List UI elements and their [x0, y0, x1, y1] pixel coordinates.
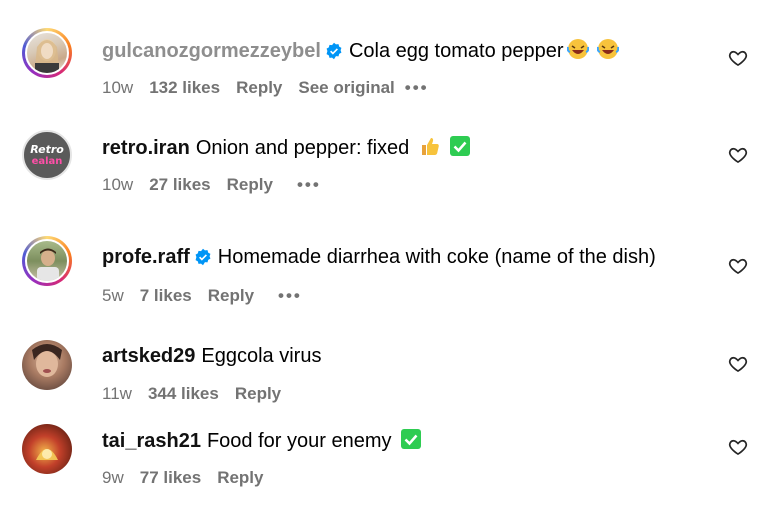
comment-meta: 10w 132 likes Reply See original ••• — [102, 78, 445, 98]
comment-text: Eggcola virus — [201, 345, 322, 367]
avatar-photo — [37, 248, 59, 281]
likes-count[interactable]: 7 likes — [140, 286, 192, 305]
likes-count[interactable]: 27 likes — [149, 175, 210, 194]
comment-line: tai_rash21 Food for your enemy — [102, 428, 422, 453]
avatar-logo-top: Retro — [30, 143, 64, 156]
comment-text: Cola egg tomato pepper — [348, 40, 564, 62]
avatar-photo — [35, 39, 59, 73]
username-link[interactable]: tai_rash21 — [102, 430, 201, 452]
laughing-crying-emoji-icon — [596, 39, 619, 59]
comment-meta: 10w 27 likes Reply ••• — [102, 175, 337, 195]
avatar-photo — [32, 344, 62, 377]
like-heart-icon[interactable] — [728, 437, 748, 457]
comment-age: 5w — [102, 286, 124, 305]
avatar[interactable]: Retro ealan — [22, 130, 72, 180]
likes-count[interactable]: 344 likes — [148, 384, 219, 403]
username-link[interactable]: artsked29 — [102, 345, 195, 367]
comment-age: 10w — [102, 175, 134, 194]
reply-button[interactable]: Reply — [235, 384, 281, 403]
check-box-emoji-icon — [400, 429, 421, 449]
avatar[interactable] — [22, 236, 72, 286]
reply-button[interactable]: Reply — [208, 286, 254, 305]
comment-text: Onion and pepper: fixed — [195, 137, 410, 159]
reply-button[interactable]: Reply — [236, 78, 282, 97]
verified-badge-icon — [326, 42, 342, 60]
more-options-icon[interactable]: ••• — [278, 286, 302, 305]
reply-button[interactable]: Reply — [217, 468, 263, 487]
comment-meta: 11w 344 likes Reply — [102, 384, 297, 404]
see-original-button[interactable]: See original — [298, 78, 394, 97]
username-link[interactable]: gulcanozgormezzeybel — [102, 40, 321, 62]
likes-count[interactable]: 77 likes — [140, 468, 201, 487]
like-heart-icon[interactable] — [728, 145, 748, 165]
comment-age: 11w — [102, 384, 132, 403]
more-options-icon[interactable]: ••• — [297, 175, 321, 194]
comment-text: Food for your enemy — [206, 430, 392, 452]
avatar[interactable] — [22, 424, 72, 474]
avatar-logo-bottom: ealan — [31, 156, 63, 167]
avatar[interactable] — [22, 340, 72, 390]
like-heart-icon[interactable] — [728, 354, 748, 374]
verified-badge-icon — [195, 248, 211, 266]
username-link[interactable]: profe.raff — [102, 246, 190, 268]
comment-line: artsked29 Eggcola virus — [102, 344, 321, 368]
avatar[interactable] — [22, 28, 72, 78]
reply-button[interactable]: Reply — [227, 175, 273, 194]
like-heart-icon[interactable] — [728, 256, 748, 276]
comment-meta: 9w 77 likes Reply — [102, 468, 279, 488]
likes-count[interactable]: 132 likes — [149, 78, 220, 97]
comment-age: 10w — [102, 78, 134, 97]
comment-meta: 5w 7 likes Reply ••• — [102, 286, 318, 306]
thumbs-up-emoji-icon — [422, 138, 440, 155]
comment-line: profe.raff Homemade diarrhea with coke (n… — [102, 245, 656, 269]
comment-text: Homemade diarrhea with coke (name of the… — [217, 246, 656, 268]
laughing-crying-emoji-icon — [566, 39, 589, 59]
comment-line: gulcanozgormezzeybel Cola egg tomato pepp… — [102, 38, 619, 63]
comment-line: retro.iran Onion and pepper: fixed — [102, 135, 471, 160]
like-heart-icon[interactable] — [728, 48, 748, 68]
username-link[interactable]: retro.iran — [102, 137, 190, 159]
avatar-photo — [36, 449, 58, 460]
check-box-emoji-icon — [450, 136, 471, 156]
more-options-icon[interactable]: ••• — [405, 78, 429, 97]
comment-age: 9w — [102, 468, 124, 487]
